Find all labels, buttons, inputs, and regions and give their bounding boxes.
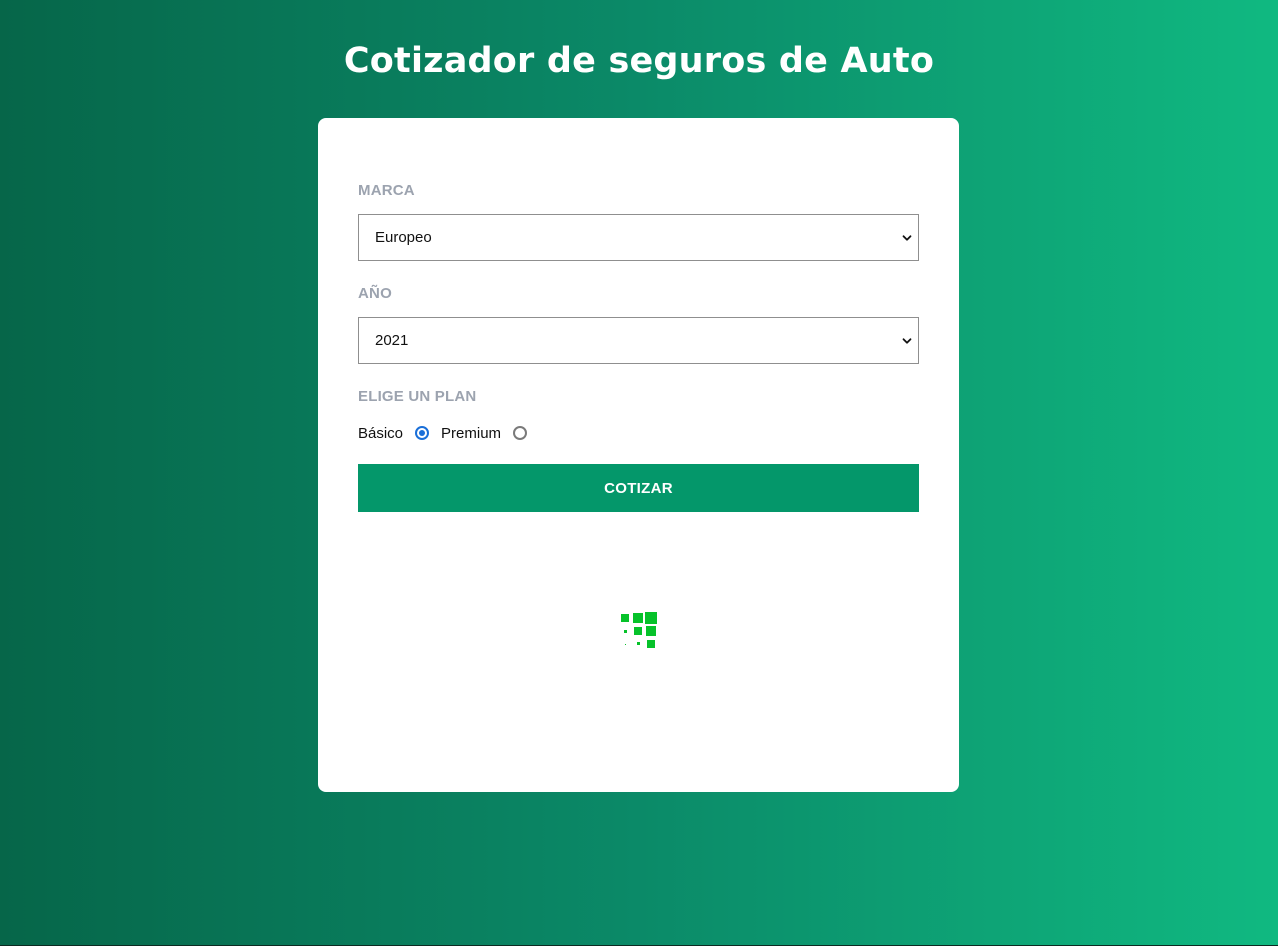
chevron-down-icon <box>902 337 912 344</box>
plan-option-basico-label: Básico <box>358 424 404 442</box>
marca-select[interactable]: Europeo <box>358 214 919 261</box>
loading-spinner-icon <box>619 611 659 651</box>
spinner-square <box>621 614 629 622</box>
spinner-square <box>625 644 626 645</box>
chevron-down-icon <box>902 234 912 241</box>
spinner-square <box>634 627 642 635</box>
spinner-square <box>645 612 657 624</box>
spinner-square <box>633 613 643 623</box>
quote-form-card: MARCA Europeo AÑO 2021 ELIGE UN PLAN Bás… <box>318 118 959 792</box>
plan-label: ELIGE UN PLAN <box>358 388 477 405</box>
spinner-square <box>647 640 655 648</box>
plan-option-basico-radio[interactable] <box>415 426 430 440</box>
spinner-square <box>637 642 640 645</box>
marca-selected-value: Europeo <box>375 229 432 246</box>
plan-option-premium-label: Premium <box>441 424 502 442</box>
anio-selected-value: 2021 <box>375 332 409 349</box>
spinner-square <box>646 626 656 636</box>
plan-radio-group: Básico Premium <box>358 423 528 443</box>
spinner-square <box>624 630 627 633</box>
plan-option-premium-radio[interactable] <box>513 426 528 440</box>
anio-select[interactable]: 2021 <box>358 317 919 364</box>
cotizar-button[interactable]: COTIZAR <box>358 464 919 512</box>
page-title: Cotizador de seguros de Auto <box>343 41 935 81</box>
anio-label: AÑO <box>358 285 392 302</box>
marca-label: MARCA <box>358 182 415 199</box>
